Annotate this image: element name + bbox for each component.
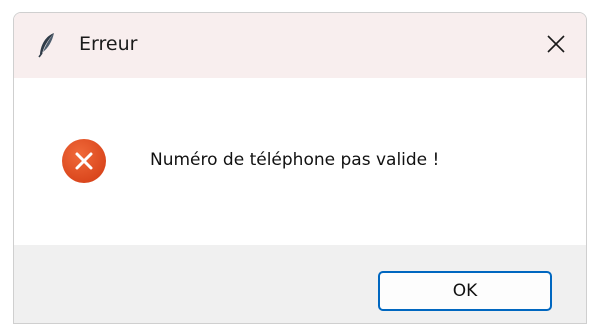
ok-button[interactable]: OK <box>378 271 552 311</box>
error-dialog: Erreur Numéro de téléphone pas valide ! … <box>13 12 587 324</box>
title-bar[interactable]: Erreur <box>14 13 586 78</box>
error-icon <box>61 138 107 184</box>
close-icon <box>547 34 565 57</box>
close-button[interactable] <box>526 13 586 78</box>
error-message: Numéro de téléphone pas valide ! <box>150 150 440 170</box>
dialog-content: Numéro de téléphone pas valide ! <box>14 78 586 245</box>
dialog-title: Erreur <box>79 33 138 55</box>
button-bar: OK <box>14 245 586 323</box>
feather-icon <box>36 32 58 58</box>
